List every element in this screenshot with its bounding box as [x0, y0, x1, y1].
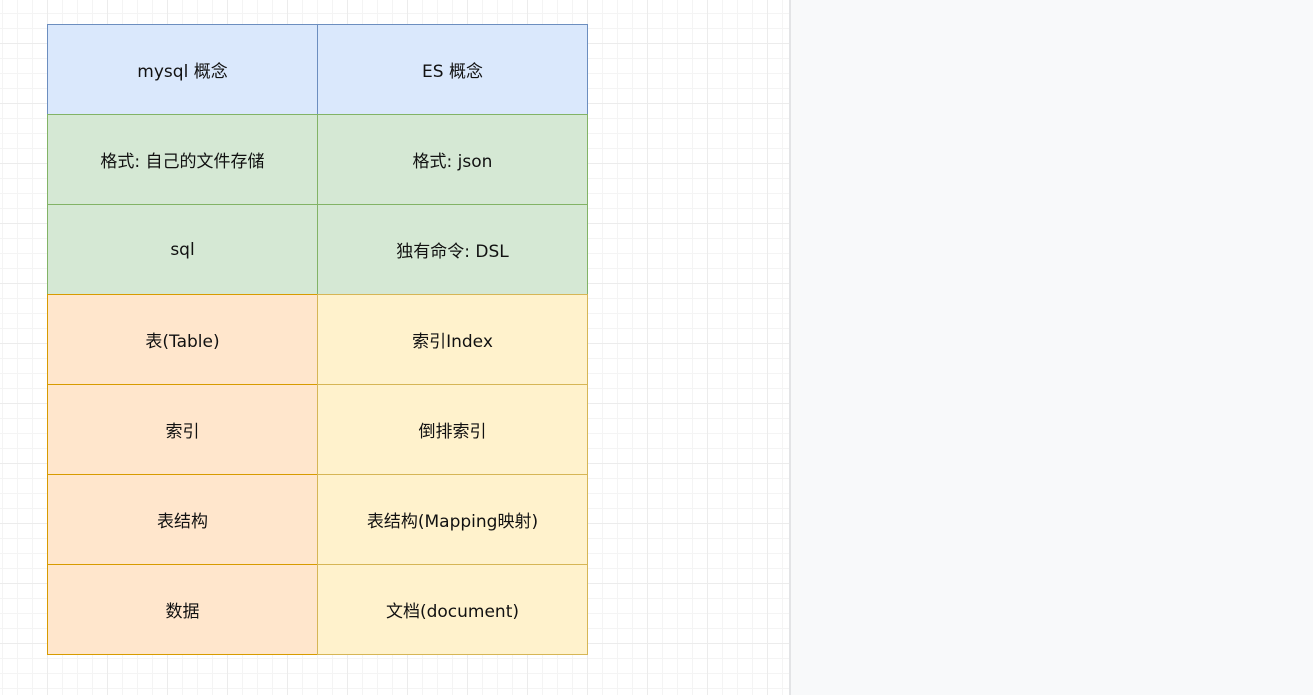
cell-es-command[interactable]: 独有命令: DSL [317, 204, 588, 295]
cell-es-index[interactable]: 索引Index [317, 294, 588, 385]
cell-label: 表(Table) [145, 332, 220, 352]
cell-mysql-schema[interactable]: 表结构 [47, 474, 318, 565]
cell-mysql-format[interactable]: 格式: 自己的文件存储 [47, 114, 318, 205]
cell-es-inverted-index[interactable]: 倒排索引 [317, 384, 588, 475]
cell-label: 格式: 自己的文件存储 [100, 152, 265, 172]
format-side-panel [791, 0, 1313, 695]
cell-mysql-index[interactable]: 索引 [47, 384, 318, 475]
cell-label: 数据 [165, 602, 200, 622]
cell-label: ES 概念 [422, 62, 483, 82]
cell-label: 表结构(Mapping映射) [366, 512, 539, 532]
cell-label: 独有命令: DSL [396, 242, 509, 262]
cell-es-format[interactable]: 格式: json [317, 114, 588, 205]
cell-label: 格式: json [412, 152, 493, 172]
cell-label: 索引Index [412, 332, 493, 352]
cell-label: 倒排索引 [418, 422, 487, 442]
diagram-editor: mysql 概念 ES 概念 格式: 自己的文件存储 格式: json sql … [0, 0, 1313, 695]
cell-es-mapping[interactable]: 表结构(Mapping映射) [317, 474, 588, 565]
cell-label: 表结构 [157, 512, 208, 532]
cell-mysql-header[interactable]: mysql 概念 [47, 24, 318, 115]
diagram-canvas[interactable]: mysql 概念 ES 概念 格式: 自己的文件存储 格式: json sql … [0, 0, 789, 695]
cell-label: mysql 概念 [137, 62, 228, 82]
cell-mysql-command[interactable]: sql [47, 204, 318, 295]
cell-es-document[interactable]: 文档(document) [317, 564, 588, 655]
cell-label: sql [170, 239, 195, 260]
cell-label: 文档(document) [385, 602, 520, 622]
cell-mysql-data[interactable]: 数据 [47, 564, 318, 655]
cell-es-header[interactable]: ES 概念 [317, 24, 588, 115]
cell-mysql-table[interactable]: 表(Table) [47, 294, 318, 385]
cell-label: 索引 [165, 422, 200, 442]
